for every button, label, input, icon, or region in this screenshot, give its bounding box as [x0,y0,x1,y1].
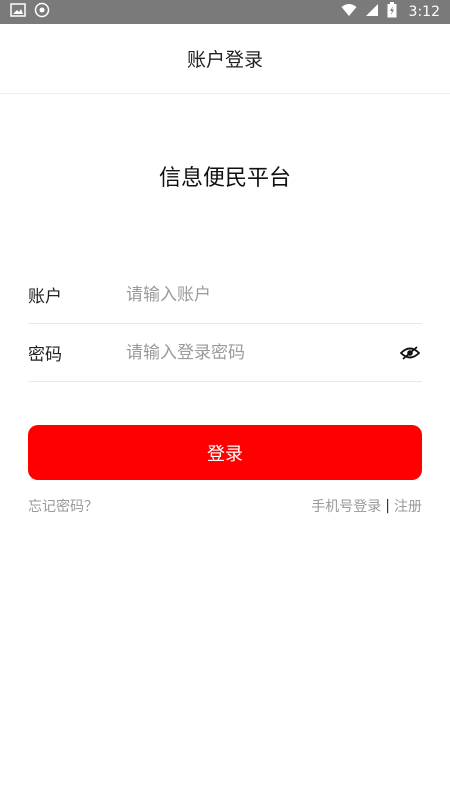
status-bar-left [10,2,50,22]
link-divider: | [385,498,390,514]
status-bar-right: 3:12 [341,2,440,22]
wifi-icon [341,3,357,21]
page-title: 账户登录 [186,49,263,71]
account-label: 账户 [28,287,62,307]
register-link[interactable]: 注册 [394,496,422,516]
header: 账户登录 [0,24,450,94]
login-button[interactable]: 登录 [28,425,422,480]
app-name: 信息便民平台 [158,166,291,191]
image-icon [10,3,26,21]
status-time: 3:12 [408,4,440,20]
eye-icon[interactable] [398,341,422,365]
phone-login-link[interactable]: 手机号登录 [311,496,381,516]
battery-icon [387,2,397,22]
account-input[interactable] [126,284,422,305]
forgot-password-link[interactable]: 忘记密码？ [28,496,98,516]
signal-icon [365,3,379,21]
app-badge-icon [34,2,50,22]
password-input[interactable] [126,342,398,363]
password-label: 密码 [28,345,62,365]
status-bar: 3:12 [0,0,450,24]
password-row: 密码 [28,324,422,382]
links-right: 手机号登录 | 注册 [311,496,422,516]
account-row: 账户 [28,266,422,324]
links-row: 忘记密码？ 手机号登录 | 注册 [28,495,422,517]
